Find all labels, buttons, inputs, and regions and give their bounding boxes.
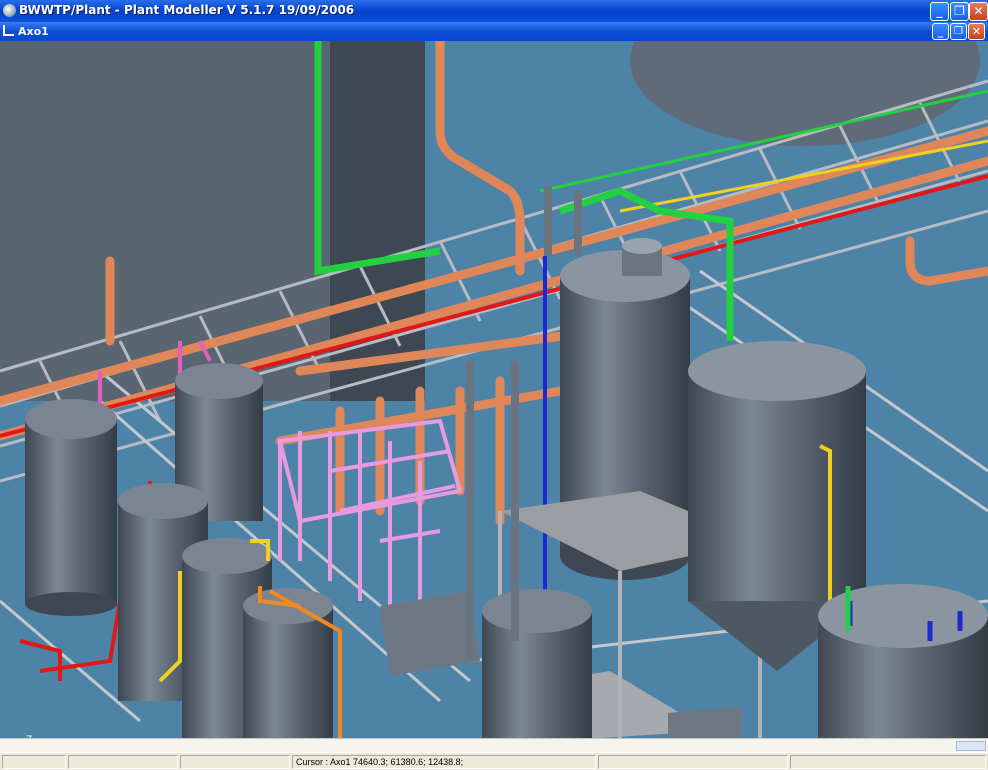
status-pane-5 (598, 755, 788, 769)
status-pane-2 (68, 755, 178, 769)
app-titlebar[interactable]: BWWTP/Plant - Plant Modeller V 5.1.7 19/… (0, 0, 988, 22)
child-restore-button[interactable]: ❐ (950, 23, 967, 40)
app-title: BWWTP/Plant - Plant Modeller V 5.1.7 19/… (19, 3, 355, 17)
child-close-button[interactable]: ✕ (968, 23, 985, 40)
child-minimize-button[interactable]: _ (932, 23, 949, 40)
status-pane-1 (2, 755, 66, 769)
3d-model-viewport[interactable]: Z Y X (0, 41, 988, 738)
minimize-button[interactable]: _ (930, 2, 949, 21)
top-right-tank[interactable] (630, 41, 980, 146)
vessel-v5[interactable] (243, 588, 333, 738)
scrollbar-thumb[interactable] (956, 741, 986, 751)
status-pane-6 (790, 755, 986, 769)
child-window-titlebar[interactable]: Axo1 _ ❐ ✕ (0, 22, 988, 41)
close-button[interactable]: ✕ (969, 2, 988, 21)
horizontal-scrollbar[interactable] (0, 738, 988, 752)
plant-model-render[interactable] (0, 41, 988, 738)
status-bar: Cursor : Axo1 74640.3; 61380.6; 12438.8; (0, 752, 988, 770)
equipment-box[interactable] (380, 591, 480, 676)
vessel-lower-middle[interactable] (482, 589, 592, 738)
app-icon[interactable] (3, 4, 16, 17)
equipment-box-bottom[interactable] (668, 706, 742, 738)
cursor-coordinates: Cursor : Axo1 74640.3; 61380.6; 12438.8; (292, 755, 596, 769)
restore-button[interactable]: ❐ (950, 2, 969, 21)
status-pane-3 (180, 755, 290, 769)
vessel-v1[interactable] (25, 399, 117, 616)
child-window-title: Axo1 (18, 25, 49, 38)
vessel-bottom-right[interactable] (818, 584, 988, 738)
axo-view-icon (3, 25, 14, 36)
